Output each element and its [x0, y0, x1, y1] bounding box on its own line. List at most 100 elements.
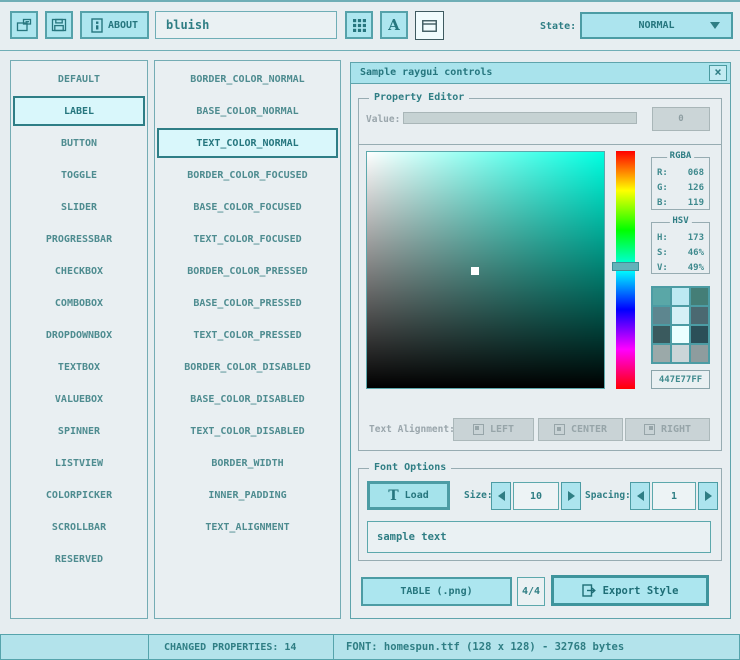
- value-slider[interactable]: [403, 112, 637, 124]
- color-picker-marker[interactable]: [471, 267, 479, 275]
- open-file-button[interactable]: [10, 11, 38, 39]
- control-list-item[interactable]: TEXTBOX: [11, 351, 147, 383]
- rguistyler-app: ABOUT A State: NORMA: [0, 0, 740, 660]
- value-box[interactable]: 0: [652, 107, 710, 131]
- control-list-item[interactable]: CHECKBOX: [11, 255, 147, 287]
- font-a-icon: A: [388, 16, 400, 34]
- property-list-item[interactable]: BORDER_COLOR_FOCUSED: [155, 159, 340, 191]
- color-saturation-value-panel[interactable]: [366, 151, 605, 389]
- property-list-item[interactable]: BORDER_COLOR_PRESSED: [155, 255, 340, 287]
- style-color-swatch[interactable]: [691, 288, 708, 305]
- control-list-item[interactable]: SPINNER: [11, 415, 147, 447]
- hsv-group: HSV H: 173 S: 46% V: 49%: [651, 222, 710, 274]
- style-color-swatch[interactable]: [691, 345, 708, 362]
- style-color-swatch[interactable]: [672, 345, 689, 362]
- property-list-item[interactable]: BORDER_COLOR_NORMAL: [155, 63, 340, 95]
- save-file-button[interactable]: [45, 11, 73, 39]
- style-table-view-button[interactable]: [345, 11, 373, 39]
- changed-properties-status: CHANGED PROPERTIES: 14: [149, 635, 334, 659]
- spacing-label: Spacing:: [585, 490, 631, 501]
- control-list-item[interactable]: TOGGLE: [11, 159, 147, 191]
- control-list-item[interactable]: BUTTON: [11, 127, 147, 159]
- size-value-box[interactable]: 10: [513, 482, 559, 510]
- state-label: State:: [540, 21, 576, 32]
- state-dropdown[interactable]: NORMAL: [580, 12, 733, 39]
- load-font-button[interactable]: T Load: [367, 481, 450, 510]
- hue-bar[interactable]: [616, 151, 635, 389]
- control-list-item[interactable]: LISTVIEW: [11, 447, 147, 479]
- font-options-group-title: Font Options: [369, 462, 451, 473]
- property-list-item[interactable]: TEXT_COLOR_FOCUSED: [155, 223, 340, 255]
- controls-view-button[interactable]: [415, 11, 444, 40]
- size-decrement-button[interactable]: [491, 482, 511, 510]
- property-list-item[interactable]: TEXT_COLOR_NORMAL: [157, 128, 338, 158]
- window-title: Sample raygui controls: [360, 67, 492, 78]
- chevron-down-icon: [710, 22, 720, 29]
- rgba-group-title: RGBA: [667, 151, 695, 161]
- font-t-icon: T: [388, 489, 398, 503]
- style-color-swatch[interactable]: [691, 326, 708, 343]
- property-list-item[interactable]: BORDER_WIDTH: [155, 447, 340, 479]
- control-list-item[interactable]: PROGRESSBAR: [11, 223, 147, 255]
- window-icon: [422, 20, 437, 32]
- property-list-item[interactable]: BASE_COLOR_DISABLED: [155, 383, 340, 415]
- divider: [358, 144, 722, 145]
- style-color-swatch[interactable]: [672, 326, 689, 343]
- align-left-button[interactable]: LEFT: [453, 418, 534, 441]
- control-list-item[interactable]: RESERVED: [11, 543, 147, 575]
- export-icon: [582, 584, 597, 597]
- property-list-item[interactable]: TEXT_COLOR_DISABLED: [155, 415, 340, 447]
- hsv-row-h: H: 173: [652, 230, 709, 245]
- arrow-left-icon: [637, 491, 644, 501]
- style-color-swatch[interactable]: [672, 288, 689, 305]
- control-list-item[interactable]: SLIDER: [11, 191, 147, 223]
- arrow-left-icon: [498, 491, 505, 501]
- property-editor-group-title: Property Editor: [369, 92, 469, 103]
- arrow-right-icon: [705, 491, 712, 501]
- control-list-item[interactable]: LABEL: [13, 96, 145, 126]
- spacing-value-box[interactable]: 1: [652, 482, 696, 510]
- export-format-button[interactable]: TABLE (.png): [361, 577, 512, 606]
- close-icon: ×: [714, 65, 721, 79]
- grid-icon: [353, 19, 366, 32]
- font-view-button[interactable]: A: [380, 11, 408, 39]
- control-list-item[interactable]: DROPDOWNBOX: [11, 319, 147, 351]
- control-list-item[interactable]: VALUEBOX: [11, 383, 147, 415]
- spacing-decrement-button[interactable]: [630, 482, 650, 510]
- property-list-item[interactable]: TEXT_ALIGNMENT: [155, 511, 340, 543]
- status-bar: CHANGED PROPERTIES: 14 FONT: homespun.tt…: [0, 634, 740, 660]
- property-list-item[interactable]: BASE_COLOR_NORMAL: [155, 95, 340, 127]
- about-button[interactable]: ABOUT: [80, 11, 149, 39]
- sample-text-input[interactable]: sample text: [367, 521, 711, 553]
- property-list-item[interactable]: BASE_COLOR_PRESSED: [155, 287, 340, 319]
- load-font-button-label: Load: [405, 490, 429, 501]
- control-list-item[interactable]: DEFAULT: [11, 63, 147, 95]
- style-color-swatch[interactable]: [691, 307, 708, 324]
- window-close-button[interactable]: ×: [709, 65, 727, 81]
- style-name-input[interactable]: [155, 11, 337, 39]
- size-increment-button[interactable]: [561, 482, 581, 510]
- export-style-button-label: Export Style: [603, 585, 679, 597]
- style-color-swatch[interactable]: [672, 307, 689, 324]
- style-color-swatch[interactable]: [653, 288, 670, 305]
- property-list-item[interactable]: TEXT_COLOR_PRESSED: [155, 319, 340, 351]
- spacing-increment-button[interactable]: [698, 482, 718, 510]
- align-center-button[interactable]: CENTER: [538, 418, 623, 441]
- hex-color-value[interactable]: 447E77FF: [651, 370, 710, 389]
- property-list-item[interactable]: BASE_COLOR_FOCUSED: [155, 191, 340, 223]
- export-style-button[interactable]: Export Style: [551, 575, 709, 606]
- property-list-item[interactable]: INNER_PADDING: [155, 479, 340, 511]
- align-right-button[interactable]: RIGHT: [625, 418, 710, 441]
- control-list-item[interactable]: COMBOBOX: [11, 287, 147, 319]
- style-color-swatch[interactable]: [653, 345, 670, 362]
- hue-slider-handle[interactable]: [612, 262, 639, 271]
- align-right-icon: [644, 424, 655, 435]
- control-list-item[interactable]: COLORPICKER: [11, 479, 147, 511]
- control-list-item[interactable]: SCROLLBAR: [11, 511, 147, 543]
- property-list-item[interactable]: BORDER_COLOR_DISABLED: [155, 351, 340, 383]
- style-color-swatch[interactable]: [653, 307, 670, 324]
- floppy-save-icon: [51, 18, 67, 32]
- window-title-bar[interactable]: Sample raygui controls ×: [351, 63, 730, 84]
- text-alignment-label: Text Alignment:: [369, 424, 455, 435]
- style-color-swatch[interactable]: [653, 326, 670, 343]
